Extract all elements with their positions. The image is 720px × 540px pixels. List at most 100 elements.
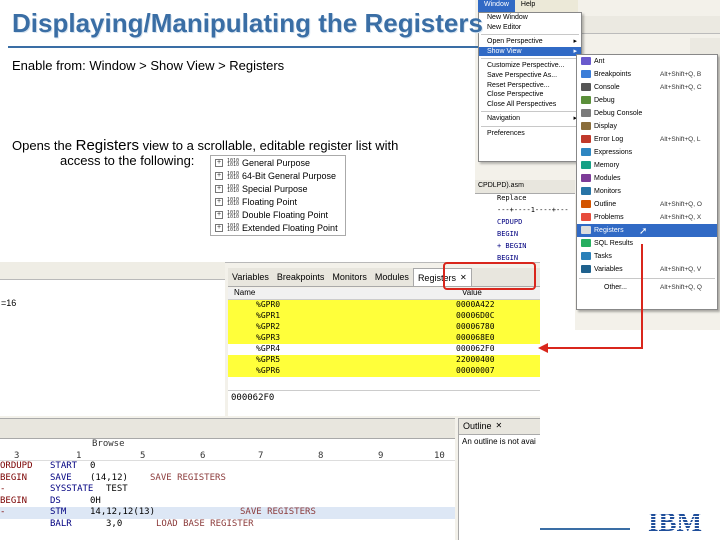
submenu-item-console[interactable]: Console Alt+Shift+Q, C — [577, 81, 717, 94]
submenu-item-display[interactable]: Display — [577, 120, 717, 133]
tab-modules[interactable]: Modules — [371, 268, 413, 286]
table-row[interactable]: %GPR6 00000007 — [228, 366, 540, 377]
submenu-item-breakpoints[interactable]: Breakpoints Alt+Shift+Q, B — [577, 68, 717, 81]
register-value[interactable]: 00006D0C — [456, 311, 495, 322]
register-value[interactable]: 00000007 — [456, 366, 495, 377]
registers-tab-callout — [443, 262, 536, 290]
register-value[interactable]: 000068E0 — [456, 333, 495, 344]
code-line[interactable]: BALR 3,0 LOAD BASE REGISTER — [0, 519, 455, 531]
menu-separator — [481, 111, 579, 113]
expand-icon[interactable]: + — [215, 158, 223, 167]
submenu-item-problems[interactable]: Problems Alt+Shift+Q, X — [577, 211, 717, 224]
menu-item-customize-perspective[interactable]: Customize Perspective... — [479, 61, 581, 71]
expand-icon[interactable]: + — [215, 197, 223, 206]
table-row[interactable]: %GPR1 00006D0C — [228, 311, 540, 322]
menu-item-preferences[interactable]: Preferences — [479, 129, 581, 139]
menu-separator — [481, 125, 579, 127]
table-row[interactable]: %GPR2 00006780 — [228, 322, 540, 333]
menu-item-close-all-perspectives[interactable]: Close All Perspectives — [479, 100, 581, 110]
expand-icon[interactable]: + — [215, 184, 223, 193]
problems-icon — [581, 213, 591, 221]
menu-item-show-view[interactable]: Show View ▸ — [479, 46, 581, 57]
slide-title: Displaying/Manipulating the Registers — [12, 8, 483, 38]
submenu-item-debug[interactable]: Debug — [577, 94, 717, 107]
tab-breakpoints[interactable]: Breakpoints — [273, 268, 329, 286]
title-divider — [8, 46, 478, 48]
source-line: ---+----1----+--- — [497, 206, 569, 214]
code-line[interactable]: - STM 14,12,12(13) SAVE REGISTERS — [0, 507, 455, 519]
submenu-item-monitors[interactable]: Monitors — [577, 185, 717, 198]
register-name: %GPR4 — [256, 344, 281, 353]
table-row[interactable]: %GPR5 22000400 — [228, 355, 540, 366]
category-label: Special Purpose — [242, 183, 308, 194]
register-name: %GPR1 — [256, 311, 281, 320]
code-line[interactable]: BEGIN SAVE (14,12) SAVE REGISTERS — [0, 473, 455, 485]
menu-item-close-perspective[interactable]: Close Perspective — [479, 90, 581, 100]
ruler-mark: 9 — [378, 451, 384, 461]
register-name: %GPR0 — [256, 300, 281, 309]
table-row[interactable]: %GPR4 000062F0 — [228, 344, 540, 355]
tree-item[interactable]: +1010 1010 Double Floating Point — [211, 208, 345, 221]
menu-item-open-perspective[interactable]: Open Perspective ▸ — [479, 37, 581, 47]
breakpoints-icon — [581, 70, 591, 78]
code-line[interactable]: - SYSSTATE TEST — [0, 484, 455, 496]
table-row[interactable]: %GPR0 0000A422 — [228, 300, 540, 311]
submenu-arrow-icon: ▸ — [573, 38, 577, 46]
tree-item[interactable]: +1010 1010 General Purpose — [211, 156, 345, 169]
tree-item[interactable]: +1010 1010 Extended Floating Point — [211, 221, 345, 234]
expressions-icon — [581, 148, 591, 156]
category-label: Double Floating Point — [242, 209, 329, 220]
expand-icon[interactable]: + — [215, 210, 223, 219]
source-editor: Browse 3 1 5 6 7 8 9 10 ORDUPD START 0 BEG… — [0, 418, 455, 540]
tree-item[interactable]: +1010 1010 Special Purpose — [211, 182, 345, 195]
menu-bar: Window Help — [478, 0, 578, 12]
register-value[interactable]: 00006780 — [456, 322, 495, 333]
submenu-item-registers[interactable]: Registers ➚ — [577, 224, 717, 237]
opens-text-a: Opens the — [12, 138, 76, 153]
submenu-item-error-log[interactable]: Error Log Alt+Shift+Q, L — [577, 133, 717, 146]
tab-monitors[interactable]: Monitors — [328, 268, 371, 286]
code-line[interactable]: BEGIN DS 0H — [0, 496, 455, 508]
menu-help[interactable]: Help — [515, 0, 541, 12]
menu-item-save-perspective[interactable]: Save Perspective As... — [479, 71, 581, 81]
display-icon — [581, 122, 591, 130]
submenu-item-debug-console[interactable]: Debug Console — [577, 107, 717, 120]
menu-item-reset-perspective[interactable]: Reset Perspective... — [479, 81, 581, 91]
tab-variables[interactable]: Variables — [228, 268, 273, 286]
menu-item-new-window[interactable]: New Window — [479, 13, 581, 23]
column-header-name[interactable]: Name — [228, 288, 456, 299]
menu-window[interactable]: Window — [478, 0, 515, 12]
ide-toolbar — [575, 16, 720, 34]
left-toolbar — [0, 262, 225, 280]
menu-item-new-editor[interactable]: New Editor — [479, 23, 581, 33]
source-line: Replace — [497, 194, 527, 202]
expand-icon[interactable]: + — [215, 171, 223, 180]
code-area[interactable]: ORDUPD START 0 BEGIN SAVE (14,12) SAVE REGIST… — [0, 461, 455, 530]
register-detail-field[interactable]: 000062F0 — [228, 390, 540, 416]
submenu-item-expressions[interactable]: Expressions — [577, 146, 717, 159]
register-value[interactable]: 000062F0 — [456, 344, 495, 355]
ruler-mark: 5 — [140, 451, 146, 461]
register-value[interactable]: 0000A422 — [456, 300, 495, 311]
tree-item[interactable]: +1010 1010 Floating Point — [211, 195, 345, 208]
category-label: General Purpose — [242, 157, 311, 168]
submenu-item-outline[interactable]: Outline Alt+Shift+Q, O — [577, 198, 717, 211]
source-editor-tab[interactable]: CPDLPD).asm — [475, 180, 575, 194]
submenu-item-ant[interactable]: Ant — [577, 55, 717, 68]
submenu-item-modules[interactable]: Modules — [577, 172, 717, 185]
expand-icon[interactable]: + — [215, 223, 223, 232]
submenu-item-memory[interactable]: Memory — [577, 159, 717, 172]
outline-view: Outline ✕ An outline is not avai — [458, 418, 540, 540]
ruler-mark: 7 — [258, 451, 264, 461]
table-row[interactable]: %GPR3 000068E0 — [228, 333, 540, 344]
ruler-mark: 6 — [200, 451, 206, 461]
register-icon: 1010 1010 — [227, 170, 240, 181]
tab-outline[interactable]: Outline — [463, 421, 492, 432]
footer-rule — [540, 528, 630, 530]
register-value[interactable]: 22000400 — [456, 355, 495, 366]
register-icon: 1010 1010 — [227, 222, 240, 233]
tree-item[interactable]: +1010 1010 64-Bit General Purpose — [211, 169, 345, 182]
menu-item-navigation[interactable]: Navigation▸ — [479, 114, 581, 124]
code-line[interactable]: ORDUPD START 0 — [0, 461, 455, 473]
close-icon[interactable]: ✕ — [496, 421, 503, 432]
